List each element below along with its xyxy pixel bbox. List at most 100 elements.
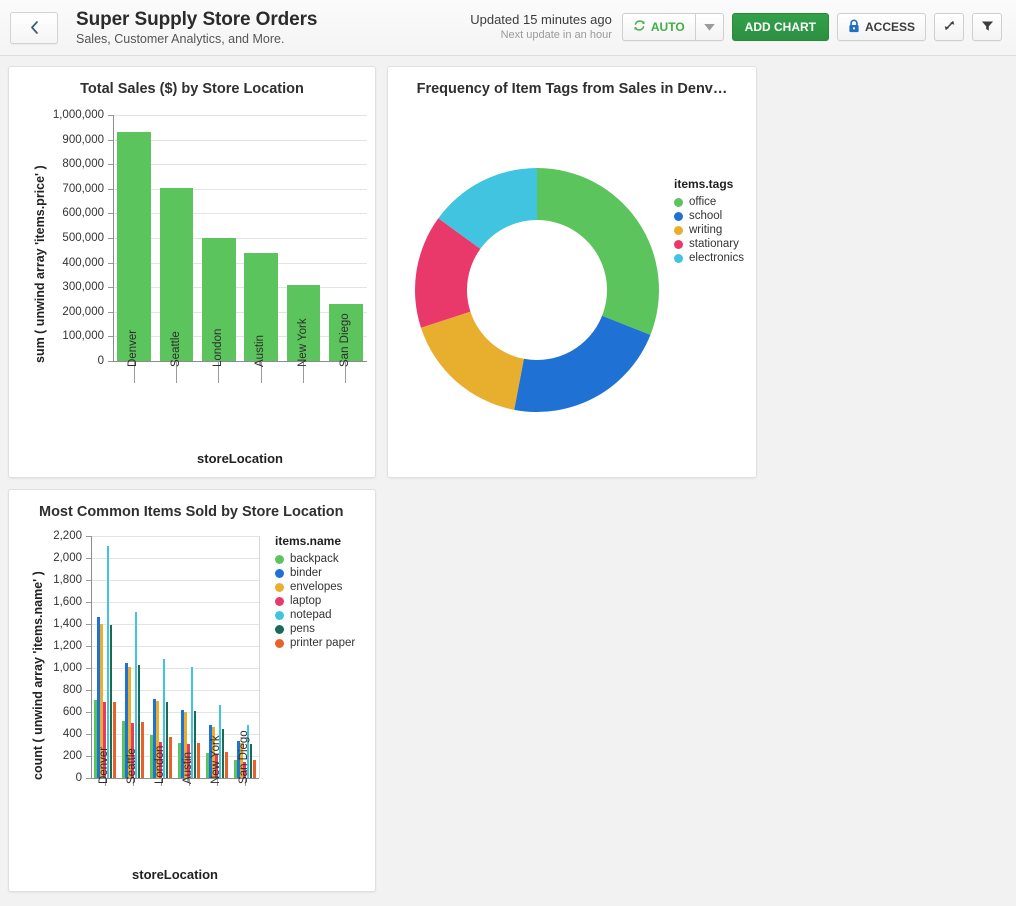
donut-slice-office[interactable] [537, 168, 659, 335]
x-tick-label: Seattle [126, 748, 138, 784]
gridline [91, 602, 259, 603]
legend-swatch [275, 639, 284, 648]
bar-denver [117, 132, 151, 361]
legend-label: envelopes [290, 581, 342, 593]
bar-chart-common-items: count ( unwind array 'items.name' )02004… [9, 522, 377, 893]
gridline [91, 734, 259, 735]
legend-item-pens[interactable]: pens [275, 623, 355, 635]
y-tick-label: 400,000 [9, 257, 104, 269]
y-axis-line [113, 115, 114, 361]
x-tick-label: Seattle [170, 331, 182, 367]
bar-new-york-printer-paper [225, 752, 228, 778]
bar-denver-printer-paper [113, 702, 116, 778]
legend-item-writing[interactable]: writing [674, 224, 744, 236]
legend-item-envelopes[interactable]: envelopes [275, 581, 355, 593]
bar-san-diego-printer-paper [253, 760, 256, 778]
x-tick-label: San Diego [339, 313, 351, 367]
x-tick-label: San Diego [238, 730, 250, 784]
auto-refresh-label: AUTO [651, 20, 685, 34]
legend-item-stationary[interactable]: stationary [674, 238, 744, 250]
y-axis-line [91, 536, 92, 778]
bar-austin-printer-paper [197, 743, 200, 778]
gridline [91, 624, 259, 625]
legend-title: items.name [275, 534, 355, 548]
gridline [91, 668, 259, 669]
gridline [113, 238, 367, 239]
auto-refresh-button[interactable]: AUTO [622, 13, 695, 41]
y-tick-label: 700,000 [9, 183, 104, 195]
legend-swatch [275, 555, 284, 564]
x-tick-label: Austin [254, 335, 266, 367]
chart-title: Total Sales ($) by Store Location [9, 67, 375, 97]
legend-swatch [674, 198, 683, 207]
legend-label: school [689, 210, 722, 222]
legend-item-laptop[interactable]: laptop [275, 595, 355, 607]
y-tick-label: 800,000 [9, 158, 104, 170]
y-tick-label: 200 [9, 750, 82, 762]
legend-label: writing [689, 224, 722, 236]
title-block: Super Supply Store Orders Sales, Custome… [76, 9, 317, 46]
legend-label: electronics [689, 252, 744, 264]
legend-item-electronics[interactable]: electronics [674, 252, 744, 264]
plot-right-border [259, 536, 260, 778]
y-tick-label: 1,600 [9, 596, 82, 608]
bar-chart-total-sales: sum ( unwind array 'items.price' )0100,0… [9, 101, 377, 479]
add-chart-button[interactable]: ADD CHART [732, 13, 829, 41]
legend-label: printer paper [290, 637, 355, 649]
legend-swatch [674, 254, 683, 263]
expand-arrows-icon [943, 19, 956, 35]
gridline [91, 712, 259, 713]
legend-swatch [275, 583, 284, 592]
back-button[interactable] [10, 12, 58, 44]
legend-label: pens [290, 623, 315, 635]
legend-swatch [275, 611, 284, 620]
gridline [91, 558, 259, 559]
legend-item-binder[interactable]: binder [275, 567, 355, 579]
chart-title: Frequency of Item Tags from Sales in Den… [388, 67, 756, 97]
legend-item-office[interactable]: office [674, 196, 744, 208]
legend-item-tags: items.tags officeschoolwritingstationary… [674, 177, 744, 266]
refresh-icon [633, 19, 646, 35]
legend-item-school[interactable]: school [674, 210, 744, 222]
y-tick-label: 600 [9, 706, 82, 718]
x-tick-label: New York [297, 318, 309, 367]
y-tick-label: 2,200 [9, 530, 82, 542]
x-axis-line [91, 778, 259, 779]
legend-label: notepad [290, 609, 332, 621]
y-tick-label: 500,000 [9, 232, 104, 244]
header-toolbar: Updated 15 minutes ago Next update in an… [470, 13, 1004, 42]
fullscreen-button[interactable] [934, 13, 964, 41]
legend-item-backpack[interactable]: backpack [275, 553, 355, 565]
auto-refresh-dropdown[interactable] [695, 13, 724, 41]
legend-item-names: items.name backpack binder envelopes laptop n… [275, 534, 355, 651]
access-button[interactable]: ACCESS [837, 13, 926, 41]
x-tick-label: London [154, 746, 166, 784]
y-tick-label: 200,000 [9, 306, 104, 318]
donut-slice-school[interactable] [514, 316, 650, 412]
update-status: Updated 15 minutes ago Next update in an… [470, 13, 612, 42]
legend-swatch [674, 240, 683, 249]
dashboard-app: Super Supply Store Orders Sales, Custome… [0, 0, 1016, 906]
y-tick-label: 300,000 [9, 281, 104, 293]
legend-item-printer-paper[interactable]: printer paper [275, 637, 355, 649]
y-axis-label: count ( unwind array 'items.name' ) [31, 534, 45, 780]
y-tick-label: 600,000 [9, 207, 104, 219]
legend-label: laptop [290, 595, 321, 607]
gridline [113, 287, 367, 288]
chart-card-common-items[interactable]: Most Common Items Sold by Store Location… [8, 489, 376, 892]
filter-button[interactable] [972, 13, 1002, 41]
page-title: Super Supply Store Orders [76, 9, 317, 30]
legend-label: backpack [290, 553, 339, 565]
lock-icon [848, 19, 860, 36]
x-tick-label: London [212, 329, 224, 367]
x-tick-label: Denver [98, 747, 110, 784]
update-status-main: Updated 15 minutes ago [470, 13, 612, 28]
chevron-left-icon [29, 20, 40, 35]
chart-card-item-tags[interactable]: Frequency of Item Tags from Sales in Den… [387, 66, 757, 478]
donut-slice-writing[interactable] [421, 312, 524, 410]
y-tick-label: 1,000 [9, 662, 82, 674]
legend-item-notepad[interactable]: notepad [275, 609, 355, 621]
chart-card-total-sales[interactable]: Total Sales ($) by Store Location sum ( … [8, 66, 376, 478]
chart-title: Most Common Items Sold by Store Location [9, 490, 375, 520]
legend-label: office [689, 196, 716, 208]
